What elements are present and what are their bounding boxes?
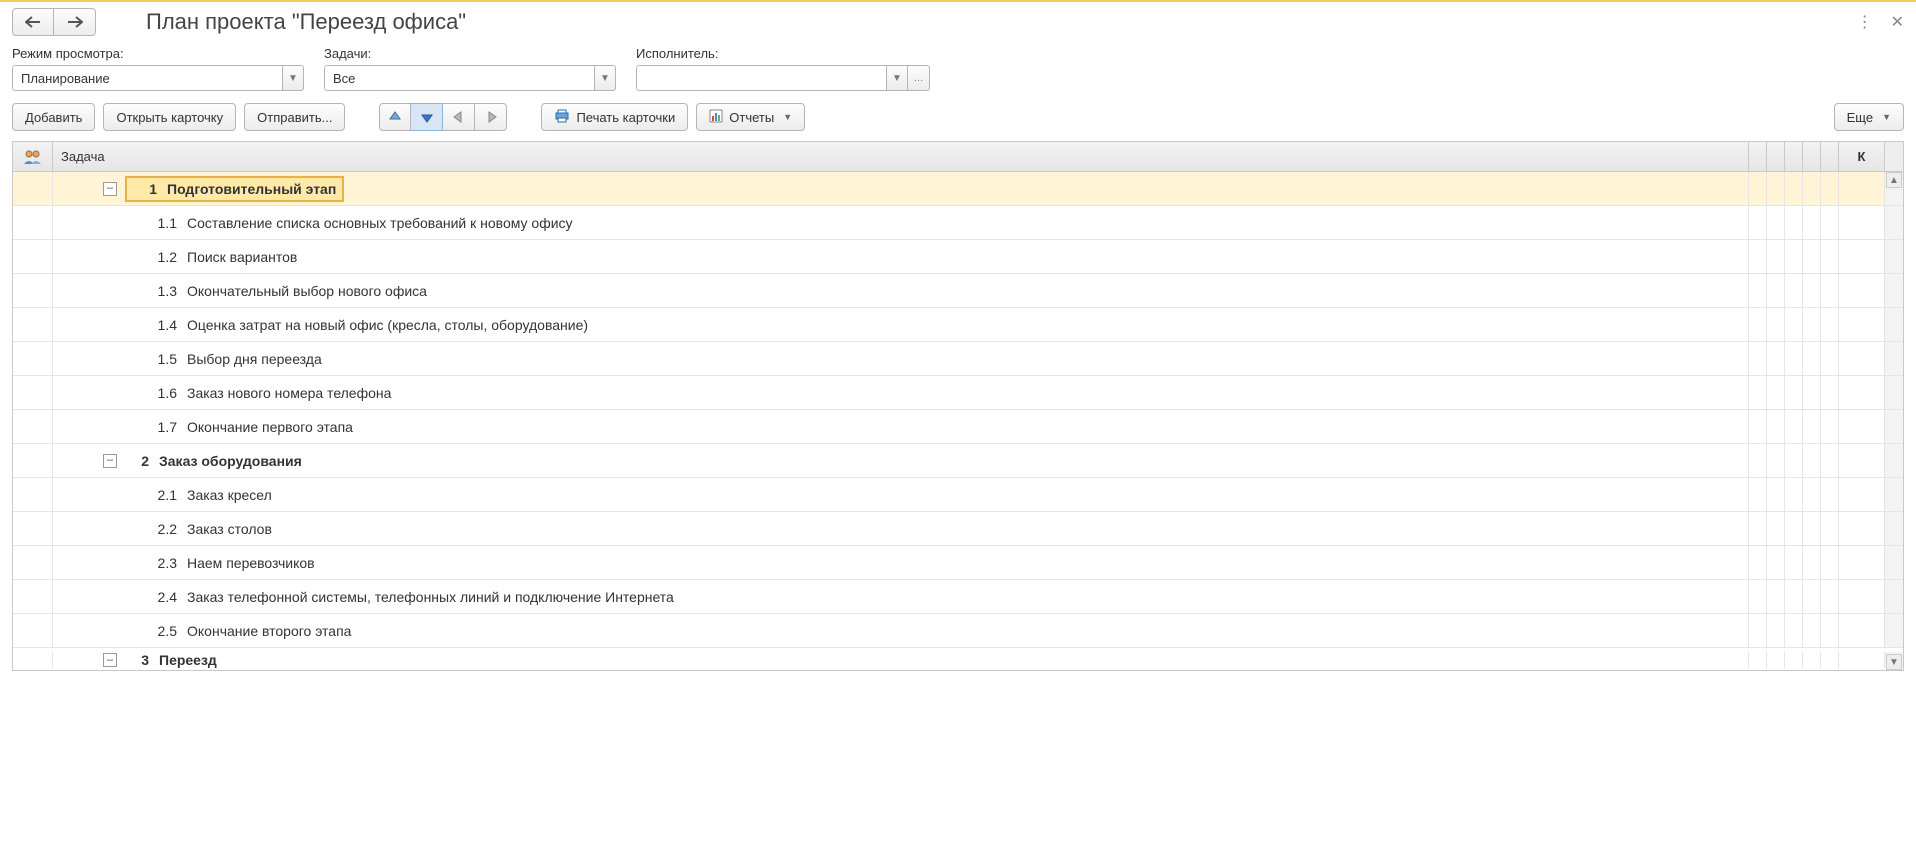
task-row[interactable]: 1.2 Поиск вариантов [13, 240, 1903, 274]
header-users-icon[interactable] [13, 142, 53, 171]
task-row[interactable]: 2.3 Наем перевозчиков [13, 546, 1903, 580]
task-name: Наем перевозчиков [187, 555, 315, 571]
task-row[interactable]: 2.5 Окончание второго этапа [13, 614, 1903, 648]
task-name: Подготовительный этап [167, 181, 336, 197]
task-row[interactable]: 2.4 Заказ телефонной системы, телефонных … [13, 580, 1903, 614]
chevron-down-icon: ▼ [783, 112, 792, 122]
viewmode-value[interactable]: Планирование [12, 65, 282, 91]
task-number: 1.1 [153, 215, 177, 231]
window-options-icon[interactable]: ⋮ [1857, 12, 1873, 32]
arrow-up-button[interactable] [379, 103, 411, 131]
viewmode-label: Режим просмотра: [12, 46, 304, 61]
open-card-button[interactable]: Открыть карточку [103, 103, 236, 131]
task-number: 2 [125, 453, 149, 469]
task-number: 2.1 [153, 487, 177, 503]
task-table: Задача К ▲ ▼ – 1 Подготовительный этап 1.1 С… [12, 141, 1904, 671]
nav-forward-button[interactable] [54, 8, 96, 36]
task-name: Заказ телефонной системы, телефонных лин… [187, 589, 674, 605]
executor-value[interactable] [636, 65, 886, 91]
task-number: 2.2 [153, 521, 177, 537]
add-button[interactable]: Добавить [12, 103, 95, 131]
task-name: Оценка затрат на новый офис (кресла, сто… [187, 317, 588, 333]
task-number: 1.7 [153, 419, 177, 435]
task-name: Окончательный выбор нового офиса [187, 283, 427, 299]
header-k[interactable]: К [1839, 142, 1885, 171]
task-name: Заказ нового номера телефона [187, 385, 391, 401]
tasks-select[interactable]: Все ▼ [324, 65, 616, 91]
task-row[interactable]: 1.7 Окончание первого этапа [13, 410, 1903, 444]
task-row[interactable]: 1.5 Выбор дня переезда [13, 342, 1903, 376]
expander-button[interactable]: – [103, 653, 117, 667]
arrow-left-button[interactable] [443, 103, 475, 131]
task-name: Выбор дня переезда [187, 351, 322, 367]
executor-label: Исполнитель: [636, 46, 930, 61]
tasks-dropdown-button[interactable]: ▼ [594, 65, 616, 91]
task-group-row[interactable]: –3 Переезд [13, 648, 1903, 668]
scroll-up-button[interactable]: ▲ [1886, 172, 1902, 188]
task-row[interactable]: 2.2 Заказ столов [13, 512, 1903, 546]
header-task[interactable]: Задача [53, 142, 1749, 171]
executor-pick-button[interactable]: … [908, 65, 930, 91]
task-row[interactable]: 1.4 Оценка затрат на новый офис (кресла, … [13, 308, 1903, 342]
arrow-right-button[interactable] [475, 103, 507, 131]
expander-button[interactable]: – [103, 182, 117, 196]
task-number: 1 [133, 181, 157, 197]
task-number: 2.5 [153, 623, 177, 639]
close-icon[interactable]: ✕ [1891, 12, 1904, 32]
task-row[interactable]: 2.1 Заказ кресел [13, 478, 1903, 512]
reports-button[interactable]: Отчеты ▼ [696, 103, 805, 131]
expander-button[interactable]: – [103, 454, 117, 468]
task-number: 1.6 [153, 385, 177, 401]
executor-dropdown-button[interactable]: ▼ [886, 65, 908, 91]
chevron-down-icon: ▼ [1882, 112, 1891, 122]
tasks-label: Задачи: [324, 46, 616, 61]
viewmode-select[interactable]: Планирование ▼ [12, 65, 304, 91]
arrow-down-button[interactable] [411, 103, 443, 131]
task-name: Заказ столов [187, 521, 272, 537]
executor-select[interactable]: ▼ … [636, 65, 930, 91]
task-group-row[interactable]: – 1 Подготовительный этап [13, 172, 1903, 206]
print-card-button[interactable]: Печать карточки [541, 103, 688, 131]
task-name: Составление списка основных требований к… [187, 215, 573, 231]
printer-icon [554, 109, 570, 126]
page-title: План проекта "Переезд офиса" [146, 9, 1857, 35]
task-name: Заказ кресел [187, 487, 272, 503]
task-name: Переезд [159, 652, 217, 668]
chart-icon [709, 109, 723, 126]
task-number: 2.3 [153, 555, 177, 571]
task-number: 3 [125, 652, 149, 668]
tasks-value[interactable]: Все [324, 65, 594, 91]
table-header: Задача К [13, 142, 1903, 172]
more-button[interactable]: Еще ▼ [1834, 103, 1904, 131]
task-number: 1.4 [153, 317, 177, 333]
task-row[interactable]: 1.6 Заказ нового номера телефона [13, 376, 1903, 410]
task-number: 1.2 [153, 249, 177, 265]
task-name: Окончание второго этапа [187, 623, 351, 639]
task-number: 1.5 [153, 351, 177, 367]
task-name: Поиск вариантов [187, 249, 297, 265]
task-row[interactable]: 1.1 Составление списка основных требовани… [13, 206, 1903, 240]
send-button[interactable]: Отправить... [244, 103, 345, 131]
scroll-down-button[interactable]: ▼ [1886, 654, 1902, 670]
arrow-button-group [379, 103, 507, 131]
task-group-row[interactable]: –2 Заказ оборудования [13, 444, 1903, 478]
task-number: 2.4 [153, 589, 177, 605]
task-name: Окончание первого этапа [187, 419, 353, 435]
task-name: Заказ оборудования [159, 453, 302, 469]
task-row[interactable]: 1.3 Окончательный выбор нового офиса [13, 274, 1903, 308]
task-number: 1.3 [153, 283, 177, 299]
nav-back-button[interactable] [12, 8, 54, 36]
viewmode-dropdown-button[interactable]: ▼ [282, 65, 304, 91]
